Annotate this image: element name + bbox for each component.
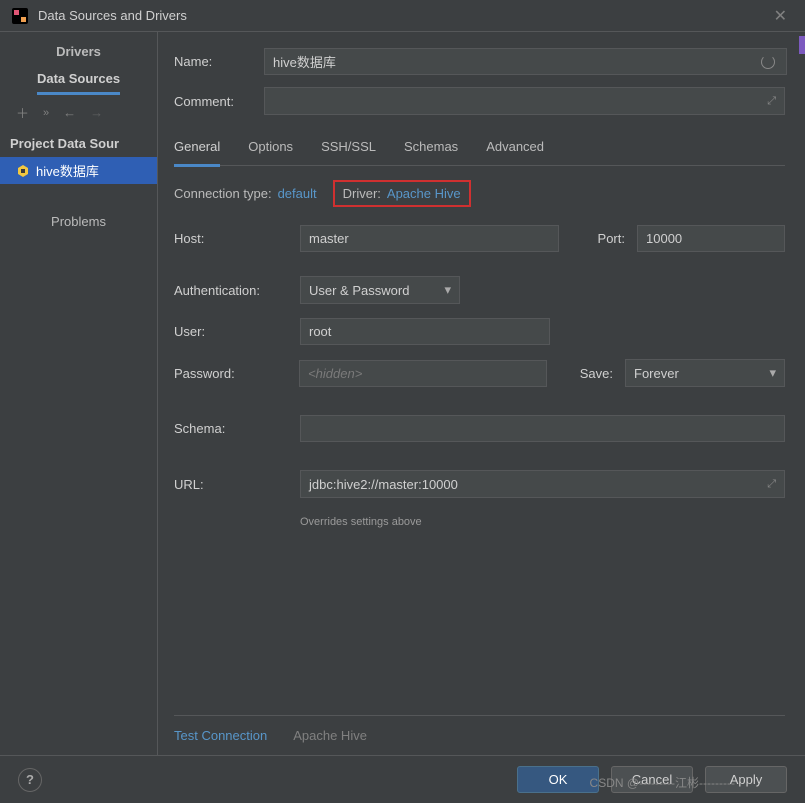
connection-fields: Host: Port: Authentication: User & Passw… [174,225,785,528]
test-connection-link[interactable]: Test Connection [174,728,267,743]
authentication-label: Authentication: [174,283,300,298]
save-label: Save: [561,366,613,381]
tab-schemas[interactable]: Schemas [404,133,458,165]
user-input[interactable] [300,318,550,345]
authentication-value: User & Password [309,283,409,298]
tab-advanced[interactable]: Advanced [486,133,544,165]
comment-input[interactable]: ⤢ [264,87,785,115]
url-input[interactable]: jdbc:hive2://master:10000 ⤢ [300,470,785,498]
tab-ssh-ssl[interactable]: SSH/SSL [321,133,376,165]
driver-label: Driver: [343,186,381,201]
config-tabs: General Options SSH/SSL Schemas Advanced [174,133,785,166]
name-input[interactable] [264,48,787,75]
url-hint: Overrides settings above [300,516,785,528]
content-area: Drivers Data Sources ＋ » ← → Project Dat… [0,32,805,755]
sidebar-problems[interactable]: Problems [0,214,157,229]
hive-icon [16,164,30,178]
expand-icon[interactable]: ⤢ [767,95,776,108]
url-label: URL: [174,477,300,492]
comment-label: Comment: [174,94,264,109]
tab-general[interactable]: General [174,133,220,167]
add-icon[interactable]: ＋ [16,103,29,122]
sidebar-toolbar: ＋ » ← → [0,95,157,130]
project-data-sources-heading: Project Data Sour [0,130,157,157]
port-input[interactable] [637,225,785,252]
schema-label: Schema: [174,421,300,436]
port-label: Port: [573,231,625,246]
save-mode-select[interactable]: Forever ▾ [625,359,785,387]
bottom-links: Test Connection Apache Hive [174,715,785,755]
titlebar: Data Sources and Drivers ✕ [0,0,805,32]
ok-button[interactable]: OK [517,766,599,793]
driver-highlight-box: Driver: Apache Hive [333,180,471,207]
tab-options[interactable]: Options [248,133,293,165]
connection-type-label: Connection type: [174,186,272,201]
connection-info: Connection type: default Driver: Apache … [174,166,785,225]
driver-name-link[interactable]: Apache Hive [293,728,367,743]
apply-button[interactable]: Apply [705,766,787,793]
password-label: Password: [174,366,299,381]
user-label: User: [174,324,300,339]
url-value: jdbc:hive2://master:10000 [309,477,458,492]
close-icon[interactable]: ✕ [768,4,793,28]
sidebar: Drivers Data Sources ＋ » ← → Project Dat… [0,32,158,755]
dialog-footer: ? OK Cancel Apply [0,755,805,803]
chevron-down-icon: ▾ [444,282,451,298]
schema-input[interactable] [300,415,785,442]
password-input[interactable] [299,360,547,387]
sidebar-category-tabs: Drivers Data Sources [0,32,157,95]
chevrons-right-icon[interactable]: » [43,107,49,119]
host-label: Host: [174,231,300,246]
back-icon[interactable]: ← [63,105,76,120]
data-source-item[interactable]: hive数据库 [0,157,157,184]
driver-link[interactable]: Apache Hive [387,186,461,201]
forward-icon[interactable]: → [90,105,103,120]
tab-data-sources[interactable]: Data Sources [37,65,120,95]
tab-drivers[interactable]: Drivers [56,38,101,65]
save-mode-value: Forever [634,366,679,381]
authentication-select[interactable]: User & Password ▾ [300,276,460,304]
chevron-down-icon: ▾ [769,365,776,381]
data-source-item-label: hive数据库 [36,161,99,180]
name-label: Name: [174,54,264,69]
spinner-icon [761,55,775,69]
main-panel: Name: Comment: ⤢ General Options SSH/SSL… [158,32,805,755]
app-icon [12,8,28,24]
window-title: Data Sources and Drivers [38,8,768,23]
host-input[interactable] [300,225,559,252]
edge-accent [799,36,805,54]
help-button[interactable]: ? [18,768,42,792]
connection-type-link[interactable]: default [278,186,317,201]
expand-icon[interactable]: ⤢ [767,478,776,491]
cancel-button[interactable]: Cancel [611,766,693,793]
